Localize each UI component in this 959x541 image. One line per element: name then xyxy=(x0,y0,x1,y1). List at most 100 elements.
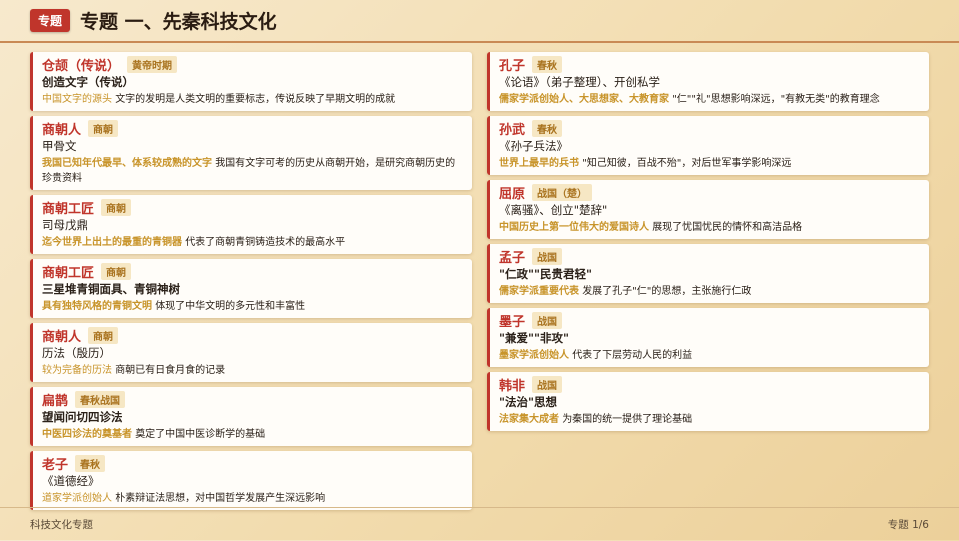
significance: 墨家学派创始人 代表了下层劳动人民的利益 xyxy=(499,348,921,363)
card-header: 仓颉（传说） 黄帝时期 xyxy=(42,55,464,74)
figure-card: 商朝工匠 商朝 司母戊鼎迄今世界上出土的最重的青铜器 代表了商朝青铜铸造技术的最高水… xyxy=(30,195,472,254)
figure-card: 孙武 春秋 《孙子兵法》 世界上最早的兵书 "知己知彼，百战不殆"，对后世军事学影响深… xyxy=(487,116,929,175)
significance: 道家学派创始人 朴素辩证法思想，对中国哲学发展产生深远影响 xyxy=(42,491,464,506)
figure-name: 仓颉（传说） xyxy=(42,58,121,74)
highlight-text: 道家学派创始人 xyxy=(42,493,112,504)
significance: 中医四诊法的奠基者 奠定了中国中医诊断学的基础 xyxy=(42,427,464,442)
footer-topic: 科技文化专题 xyxy=(30,519,93,531)
era-badge: 商朝 xyxy=(101,198,132,216)
achievement: 《孙子兵法》 xyxy=(499,139,568,153)
figure-card: 仓颉（传说） 黄帝时期 创造文字（传说） 中国文字的源头 文字的发明是人类文明的重要标… xyxy=(30,52,472,111)
figure-name: 韩非 xyxy=(499,378,526,394)
figure-name: 屈原 xyxy=(499,186,526,202)
significance: 具有独特风格的青铜文明 体现了中华文明的多元性和丰富性 xyxy=(42,299,464,314)
achievement: "兼爱""非攻" xyxy=(499,331,569,345)
achievement: 《道德经》 xyxy=(42,474,100,488)
era-badge: 战国 xyxy=(532,311,563,329)
era-badge: 春秋 xyxy=(75,454,106,472)
card-header: 孔子 春秋 xyxy=(499,55,921,74)
card-header: 扁鹊 春秋战国 xyxy=(42,390,464,409)
card-header: 商朝人 商朝 xyxy=(42,119,464,138)
figure-card: 商朝工匠 商朝 三星堆青铜面具、青铜神树 具有独特风格的青铜文明 体现了中华文明的多元… xyxy=(30,259,472,318)
description-text: 商朝已有日食月食的记录 xyxy=(115,365,226,376)
significance: 较为完备的历法 商朝已有日食月食的记录 xyxy=(42,363,464,378)
significance: 中国文字的源头 文字的发明是人类文明的重要标志，传说反映了早期文明的成就 xyxy=(42,92,464,107)
significance: 我国已知年代最早、体系较成熟的文字 我国有文字可考的历史从商朝开始，是研究商朝历… xyxy=(42,156,464,186)
highlight-text: 中医四诊法的奠基者 xyxy=(42,429,132,440)
era-badge: 商朝 xyxy=(101,262,132,280)
achievement: 《论语》（弟子整理）、开创私学 xyxy=(499,75,660,89)
figure-card: 孟子 战国 "仁政""民贵君轻" 儒家学派重要代表 发展了孔子"仁"的思想，主张施行仁… xyxy=(487,244,929,303)
left-column: 仓颉（传说） 黄帝时期 创造文字（传说） 中国文字的源头 文字的发明是人类文明的重要标… xyxy=(30,52,472,515)
significance: 世界上最早的兵书 "知己知彼，百战不殆"，对后世军事学影响深远 xyxy=(499,156,921,171)
description-text: 代表了下层劳动人民的利益 xyxy=(572,350,693,361)
figure-card: 商朝人 商朝 历法（殷历） 较为完备的历法 商朝已有日食月食的记录 xyxy=(30,323,472,382)
card-header: 墨子 战国 xyxy=(499,311,921,330)
significance: 法家集大成者 为秦国的统一提供了理论基础 xyxy=(499,412,921,427)
era-badge: 春秋 xyxy=(532,55,563,73)
highlight-text: 具有独特风格的青铜文明 xyxy=(42,301,152,312)
figure-card: 商朝人 商朝 甲骨文我国已知年代最早、体系较成熟的文字 我国有文字可考的历史从商朝开… xyxy=(30,116,472,190)
achievement: 司母戊鼎 xyxy=(42,218,88,232)
era-badge: 商朝 xyxy=(88,119,119,137)
significance: 儒家学派创始人、大思想家、大教育家 "仁""礼"思想影响深远，"有教无类"的教育… xyxy=(499,92,921,107)
highlight-text: 我国已知年代最早、体系较成熟的文字 xyxy=(42,158,212,169)
description-text: 代表了商朝青铜铸造技术的最高水平 xyxy=(185,237,346,248)
highlight-text: 中国历史上第一位伟大的爱国诗人 xyxy=(499,222,649,233)
description-text: 体现了中华文明的多元性和丰富性 xyxy=(155,301,306,312)
significance: 儒家学派重要代表 发展了孔子"仁"的思想，主张施行仁政 xyxy=(499,284,921,299)
right-column: 孔子 春秋 《论语》（弟子整理）、开创私学 儒家学派创始人、大思想家、大教育家 "仁"… xyxy=(487,52,929,436)
figure-name: 老子 xyxy=(42,457,69,473)
description-text: 朴素辩证法思想，对中国哲学发展产生深远影响 xyxy=(115,493,326,504)
figure-name: 扁鹊 xyxy=(42,393,69,409)
achievement: 望闻问切四诊法 xyxy=(42,410,123,424)
card-header: 老子 春秋 xyxy=(42,454,464,473)
card-header: 韩非 战国 xyxy=(499,375,921,394)
card-header: 商朝人 商朝 xyxy=(42,326,464,345)
highlight-text: 儒家学派创始人、大思想家、大教育家 xyxy=(499,94,669,105)
figure-name: 孔子 xyxy=(499,58,526,74)
era-badge: 商朝 xyxy=(88,326,119,344)
description-text: 奠定了中国中医诊断学的基础 xyxy=(135,429,266,440)
figure-name: 商朝工匠 xyxy=(42,265,95,281)
highlight-text: 中国文字的源头 xyxy=(42,94,112,105)
card-header: 商朝工匠 商朝 xyxy=(42,198,464,217)
significance: 中国历史上第一位伟大的爱国诗人 展现了忧国忧民的情怀和高洁品格 xyxy=(499,220,921,235)
card-header: 商朝工匠 商朝 xyxy=(42,262,464,281)
highlight-text: 迄今世界上出土的最重的青铜器 xyxy=(42,237,182,248)
topic-tag: 专题 xyxy=(30,9,71,32)
page-title: 专题 一、先秦科技文化 xyxy=(80,11,277,33)
card-header: 屈原 战国（楚） xyxy=(499,183,921,202)
page-footer: 科技文化专题 专题 1/6 xyxy=(0,507,959,541)
highlight-text: 法家集大成者 xyxy=(499,414,559,425)
figure-name: 商朝人 xyxy=(42,329,82,345)
significance: 迄今世界上出土的最重的青铜器 代表了商朝青铜铸造技术的最高水平 xyxy=(42,235,464,250)
achievement: 《离骚》、创立"楚辞" xyxy=(499,203,608,217)
figure-card: 孔子 春秋 《论语》（弟子整理）、开创私学 儒家学派创始人、大思想家、大教育家 "仁"… xyxy=(487,52,929,111)
figure-name: 孙武 xyxy=(499,122,526,138)
card-header: 孙武 春秋 xyxy=(499,119,921,138)
figure-name: 商朝人 xyxy=(42,122,82,138)
figure-name: 孟子 xyxy=(499,250,526,266)
card-header: 孟子 战国 xyxy=(499,247,921,266)
era-badge: 战国（楚） xyxy=(532,183,593,201)
description-text: 文字的发明是人类文明的重要标志，传说反映了早期文明的成就 xyxy=(115,94,396,105)
figure-card: 屈原 战国（楚） 《离骚》、创立"楚辞" 中国历史上第一位伟大的爱国诗人 展现了忧国忧… xyxy=(487,180,929,239)
figure-card: 扁鹊 春秋战国 望闻问切四诊法 中医四诊法的奠基者 奠定了中国中医诊断学的基础 xyxy=(30,387,472,446)
description-text: 发展了孔子"仁"的思想，主张施行仁政 xyxy=(582,286,752,297)
description-text: "仁""礼"思想影响深远，"有教无类"的教育理念 xyxy=(672,94,880,105)
era-badge: 春秋 xyxy=(532,119,563,137)
achievement: 创造文字（传说） xyxy=(42,75,134,89)
figure-card: 韩非 战国 "法治"思想 法家集大成者 为秦国的统一提供了理论基础 xyxy=(487,372,929,431)
achievement: 甲骨文 xyxy=(42,139,77,153)
figure-card: 老子 春秋 《道德经》 道家学派创始人 朴素辩证法思想，对中国哲学发展产生深远影响 xyxy=(30,451,472,510)
achievement: 历法（殷历） xyxy=(42,346,111,360)
description-text: "知己知彼，百战不殆"，对后世军事学影响深远 xyxy=(582,158,792,169)
page-header: 专题 专题 一、先秦科技文化 xyxy=(0,0,959,43)
era-badge: 战国 xyxy=(532,247,563,265)
figure-card: 墨子 战国 "兼爱""非攻" 墨家学派创始人 代表了下层劳动人民的利益 xyxy=(487,308,929,367)
era-badge: 战国 xyxy=(532,375,563,393)
highlight-text: 儒家学派重要代表 xyxy=(499,286,579,297)
achievement: 三星堆青铜面具、青铜神树 xyxy=(42,282,180,296)
highlight-text: 较为完备的历法 xyxy=(42,365,112,376)
